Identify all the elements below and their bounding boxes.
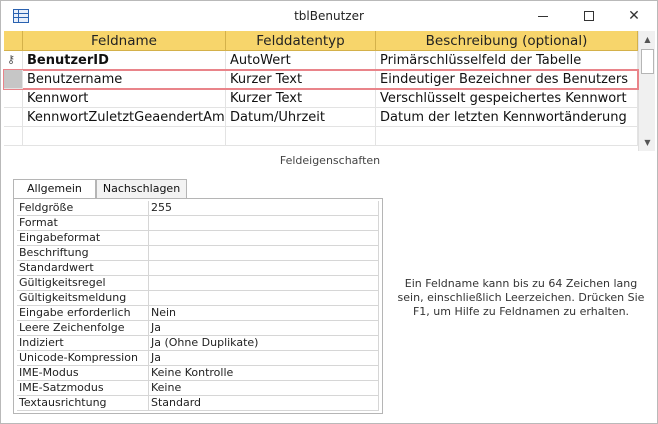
property-value[interactable]: Keine Kontrolle	[149, 366, 379, 381]
close-icon: ✕	[628, 8, 640, 24]
property-value[interactable]: Standard	[149, 396, 379, 411]
field-type-cell[interactable]: AutoWert	[226, 51, 376, 70]
property-value[interactable]: Keine	[149, 381, 379, 396]
property-label: Indiziert	[17, 336, 149, 351]
help-text: Ein Feldname kann bis zu 64 Zeichen lang…	[397, 277, 645, 318]
field-name-cell[interactable]	[23, 127, 226, 146]
table-row[interactable]: Kennwort Kurzer Text Verschlüsselt gespe…	[4, 89, 638, 108]
property-row[interactable]: IME-Modus Keine Kontrolle	[17, 366, 379, 381]
property-label: Eingabeformat	[17, 231, 149, 246]
property-label: Unicode-Kompression	[17, 351, 149, 366]
field-desc-cell[interactable]	[376, 127, 638, 146]
field-properties-panel: Feldgröße 255 Format Eingabeformat Beschr…	[13, 198, 383, 414]
property-label: IME-Modus	[17, 366, 149, 381]
field-desc-cell[interactable]: Verschlüsselt gespeichertes Kennwort	[376, 89, 638, 108]
field-desc-cell[interactable]: Eindeutiger Bezeichner des Benutzers	[376, 70, 638, 89]
property-label: Eingabe erforderlich	[17, 306, 149, 321]
row-selector[interactable]	[4, 108, 23, 127]
row-selector[interactable]: ⚷	[4, 51, 23, 70]
minimize-button[interactable]	[520, 1, 566, 31]
table-row[interactable]: ⚷ BenutzerID AutoWert Primärschlüsselfel…	[4, 51, 638, 70]
header-selector[interactable]	[4, 31, 23, 51]
property-row[interactable]: Eingabe erforderlich Nein	[17, 306, 379, 321]
maximize-button[interactable]	[566, 1, 612, 31]
property-row[interactable]: Textausrichtung Standard	[17, 396, 379, 411]
grid-header: Feldname Felddatentyp Beschreibung (opti…	[4, 31, 638, 51]
property-label: Feldgröße	[17, 201, 149, 216]
property-row[interactable]: Eingabeformat	[17, 231, 379, 246]
maximize-icon	[584, 11, 594, 21]
property-value[interactable]	[149, 261, 379, 276]
field-type-cell[interactable]	[226, 127, 376, 146]
property-value[interactable]	[149, 291, 379, 306]
property-value[interactable]	[149, 276, 379, 291]
property-label: Gültigkeitsregel	[17, 276, 149, 291]
property-value[interactable]	[149, 231, 379, 246]
property-label: Beschriftung	[17, 246, 149, 261]
property-label: Gültigkeitsmeldung	[17, 291, 149, 306]
table-row[interactable]	[4, 127, 638, 146]
header-datatype[interactable]: Felddatentyp	[226, 31, 376, 51]
minimize-icon	[538, 15, 548, 17]
field-name-cell[interactable]: BenutzerID	[23, 51, 226, 70]
header-fieldname[interactable]: Feldname	[23, 31, 226, 51]
field-type-cell[interactable]: Datum/Uhrzeit	[226, 108, 376, 127]
tab-allgemein[interactable]: Allgemein	[13, 179, 96, 200]
field-name-cell[interactable]: KennwortZuletztGeaendertAm	[23, 108, 226, 127]
property-value[interactable]: 255	[149, 201, 379, 216]
field-name-cell[interactable]: Benutzername	[23, 70, 226, 89]
table-row[interactable]: Benutzername Kurzer Text Eindeutiger Bez…	[3, 69, 639, 90]
property-value[interactable]	[149, 216, 379, 231]
scroll-thumb[interactable]	[641, 49, 654, 74]
property-value[interactable]: Ja	[149, 351, 379, 366]
tab-nachschlagen[interactable]: Nachschlagen	[95, 179, 188, 199]
property-row[interactable]: Beschriftung	[17, 246, 379, 261]
property-value[interactable]	[149, 246, 379, 261]
property-row[interactable]: Leere Zeichenfolge Ja	[17, 321, 379, 336]
scroll-down-icon[interactable]: ▼	[639, 134, 656, 151]
property-row[interactable]: IME-Satzmodus Keine	[17, 381, 379, 396]
property-label: Leere Zeichenfolge	[17, 321, 149, 336]
property-row[interactable]: Standardwert	[17, 261, 379, 276]
property-label: Format	[17, 216, 149, 231]
row-selector[interactable]	[4, 127, 23, 146]
table-design-window: tblBenutzer ✕ Feldname Felddatentyp Besc…	[0, 0, 658, 424]
property-tabs: Allgemein Nachschlagen	[13, 179, 188, 200]
field-type-cell[interactable]: Kurzer Text	[226, 89, 376, 108]
property-label: Standardwert	[17, 261, 149, 276]
property-row[interactable]: Indiziert Ja (Ohne Duplikate)	[17, 336, 379, 351]
field-design-grid: Feldname Felddatentyp Beschreibung (opti…	[3, 31, 639, 151]
header-description[interactable]: Beschreibung (optional)	[376, 31, 638, 51]
row-selector[interactable]	[4, 70, 23, 89]
property-row[interactable]: Gültigkeitsregel	[17, 276, 379, 291]
table-row[interactable]: KennwortZuletztGeaendertAm Datum/Uhrzeit…	[4, 108, 638, 127]
title-bar: tblBenutzer ✕	[1, 1, 657, 31]
row-selector[interactable]	[4, 89, 23, 108]
properties-list: Feldgröße 255 Format Eingabeformat Beschr…	[17, 201, 379, 411]
property-row[interactable]: Format	[17, 216, 379, 231]
vertical-scrollbar[interactable]: ▲ ▼	[638, 31, 655, 151]
field-name-cell[interactable]: Kennwort	[23, 89, 226, 108]
property-value[interactable]: Ja	[149, 321, 379, 336]
field-desc-cell[interactable]: Datum der letzten Kennwortänderung	[376, 108, 638, 127]
field-properties-caption: Feldeigenschaften	[279, 154, 381, 167]
property-row[interactable]: Feldgröße 255	[17, 201, 379, 216]
property-label: Textausrichtung	[17, 396, 149, 411]
field-desc-cell[interactable]: Primärschlüsselfeld der Tabelle	[376, 51, 638, 70]
property-row[interactable]: Gültigkeitsmeldung	[17, 291, 379, 306]
property-value[interactable]: Nein	[149, 306, 379, 321]
scroll-up-icon[interactable]: ▲	[639, 31, 656, 48]
close-button[interactable]: ✕	[611, 1, 657, 31]
field-type-cell[interactable]: Kurzer Text	[226, 70, 376, 89]
primary-key-icon: ⚷	[7, 53, 16, 66]
property-label: IME-Satzmodus	[17, 381, 149, 396]
property-row[interactable]: Unicode-Kompression Ja	[17, 351, 379, 366]
property-value[interactable]: Ja (Ohne Duplikate)	[149, 336, 379, 351]
